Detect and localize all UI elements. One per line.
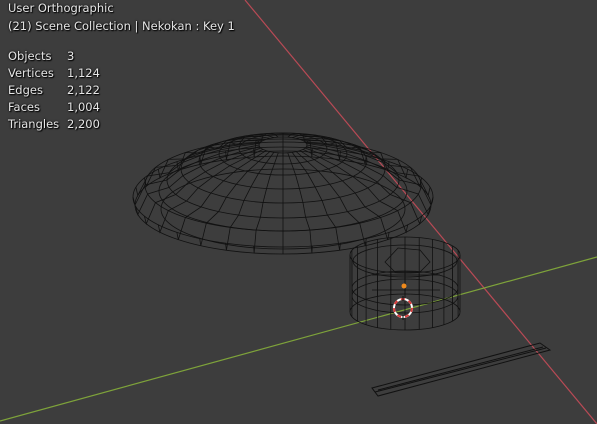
stat-row: Edges 2,122	[8, 81, 100, 98]
stat-row: Objects 3	[8, 47, 100, 64]
3d-viewport[interactable]: User Orthographic (21) Scene Collection …	[0, 0, 597, 424]
collection-info: (21) Scene Collection | Nekokan : Key 1	[8, 19, 235, 33]
stat-row: Vertices 1,124	[8, 64, 100, 81]
statistics-overlay: Objects 3 Vertices 1,124 Edges 2,122 Faces 1,00…	[8, 47, 100, 132]
object-origin-dot[interactable]	[401, 283, 407, 289]
x-axis-line	[244, 0, 597, 424]
stat-value: 2,200	[67, 116, 100, 131]
stat-value: 2,122	[67, 82, 100, 97]
stat-row: Faces 1,004	[8, 98, 100, 115]
stat-label: Vertices	[8, 65, 54, 80]
stat-row: Triangles 2,200	[8, 115, 100, 132]
plank-mesh[interactable]	[371, 342, 552, 397]
stat-value: 3	[67, 48, 75, 63]
stat-value: 1,004	[67, 99, 100, 114]
view-title: User Orthographic	[8, 1, 114, 15]
stat-label: Edges	[8, 82, 43, 97]
stat-value: 1,124	[67, 65, 100, 80]
stat-label: Faces	[8, 99, 40, 114]
dome-mesh[interactable]	[132, 132, 434, 255]
y-axis-line	[0, 256, 597, 422]
stat-label: Triangles	[8, 116, 60, 131]
stat-label: Objects	[8, 48, 52, 63]
